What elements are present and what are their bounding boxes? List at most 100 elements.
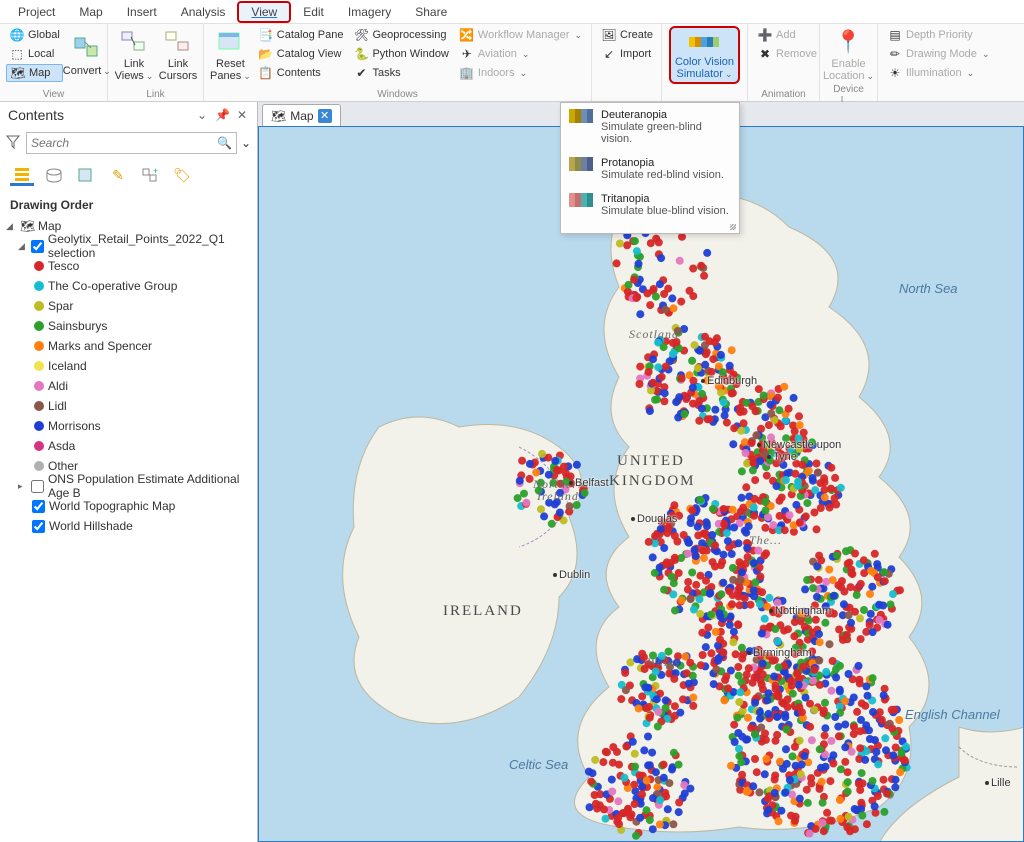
menu-edit[interactable]: Edit bbox=[291, 3, 336, 21]
map-tab[interactable]: 🗺 Map ✕ bbox=[262, 104, 341, 126]
tritanopia-icon bbox=[569, 193, 593, 209]
catalog-pane[interactable]: 📑Catalog Pane bbox=[255, 26, 347, 44]
legend-item[interactable]: Morrisons bbox=[6, 416, 251, 436]
legend-item[interactable]: Spar bbox=[6, 296, 251, 316]
contents-pane[interactable]: 📋Contents bbox=[255, 64, 347, 82]
catalog-view[interactable]: 📂Catalog View bbox=[255, 45, 347, 63]
tree-layer[interactable]: ▸ONS Population Estimate Additional Age … bbox=[6, 476, 251, 496]
tab-labeling[interactable]: 🏷 bbox=[170, 164, 194, 186]
layer-checkbox[interactable] bbox=[31, 480, 44, 493]
city-dot bbox=[747, 651, 751, 655]
dropdown-resize[interactable] bbox=[561, 223, 739, 233]
nav-local[interactable]: ⬚Local bbox=[6, 45, 63, 63]
legend-item[interactable]: The Co-operative Group bbox=[6, 276, 251, 296]
tasks[interactable]: ✔Tasks bbox=[350, 64, 451, 82]
contents-menu-icon[interactable]: ⌄ bbox=[195, 108, 209, 122]
contents-pin-icon[interactable]: 📌 bbox=[215, 108, 229, 122]
legend-item[interactable]: Marks and Spencer bbox=[6, 336, 251, 356]
search-menu-icon[interactable]: ⌄ bbox=[241, 136, 251, 150]
tree-layer[interactable]: World Hillshade bbox=[6, 516, 251, 536]
dd-protanopia[interactable]: ProtanopiaSimulate red-blind vision. bbox=[561, 151, 739, 187]
search-icon[interactable]: 🔍 bbox=[217, 136, 232, 150]
illumination[interactable]: ☀Illumination bbox=[884, 64, 993, 82]
legend-swatch bbox=[34, 421, 44, 431]
convert-button[interactable]: Convert bbox=[67, 26, 107, 84]
search-box[interactable]: 🔍 bbox=[26, 132, 237, 154]
geoprocessing-icon: 🛠 bbox=[353, 27, 369, 43]
legend-swatch bbox=[34, 461, 44, 471]
toc-tree: ◢🗺Map ◢Geolytix_Retail_Points_2022_Q1 se… bbox=[0, 216, 257, 544]
link-views-button[interactable]: Link Views bbox=[114, 26, 154, 84]
menu-analysis[interactable]: Analysis bbox=[169, 3, 238, 21]
aviation[interactable]: ✈Aviation bbox=[456, 45, 585, 63]
layer-checkbox[interactable] bbox=[32, 520, 45, 533]
map-tab-close[interactable]: ✕ bbox=[318, 109, 332, 123]
filter-icon[interactable] bbox=[6, 135, 22, 151]
workflow-manager[interactable]: 🔀Workflow Manager bbox=[456, 26, 585, 44]
tab-data-source[interactable] bbox=[42, 164, 66, 186]
legend-label: Other bbox=[48, 459, 78, 473]
indoors-icon: 🏢 bbox=[459, 65, 475, 81]
reset-panes-button[interactable]: Reset Panes bbox=[210, 26, 251, 84]
tab-drawing-order[interactable] bbox=[10, 164, 34, 186]
country-label: KINGDOM bbox=[609, 473, 696, 490]
indoors[interactable]: 🏢Indoors bbox=[456, 64, 585, 82]
legend-label: Lidl bbox=[48, 399, 67, 413]
tab-snapping[interactable]: + bbox=[138, 164, 162, 186]
view-group-label: View bbox=[6, 89, 101, 101]
legend-item[interactable]: Iceland bbox=[6, 356, 251, 376]
contents-close-icon[interactable]: ✕ bbox=[235, 108, 249, 122]
workflow-icon: 🔀 bbox=[459, 27, 475, 43]
region-label: Scotland bbox=[629, 327, 679, 342]
city-dot bbox=[769, 609, 773, 613]
thumb-import[interactable]: ↙Import bbox=[598, 45, 656, 63]
thumb-create[interactable]: 🖼Create bbox=[598, 26, 656, 44]
legend-item[interactable]: Aldi bbox=[6, 376, 251, 396]
menu-share[interactable]: Share bbox=[403, 3, 459, 21]
region-label: Wales bbox=[647, 655, 680, 670]
local-icon: ⬚ bbox=[9, 46, 25, 62]
depth-icon: ▤ bbox=[887, 27, 903, 43]
city-label: Dublin bbox=[559, 569, 590, 581]
link-cursors-button[interactable]: Link Cursors bbox=[158, 26, 198, 84]
layer-checkbox[interactable] bbox=[31, 240, 44, 253]
dd-tritanopia[interactable]: TritanopiaSimulate blue-blind vision. bbox=[561, 187, 739, 223]
search-input[interactable] bbox=[31, 136, 217, 150]
menu-insert[interactable]: Insert bbox=[115, 3, 169, 21]
legend-swatch bbox=[34, 341, 44, 351]
tab-editing[interactable]: ✎ bbox=[106, 164, 130, 186]
menu-imagery[interactable]: Imagery bbox=[336, 3, 403, 21]
legend-item[interactable]: Asda bbox=[6, 436, 251, 456]
drawing-mode-icon: ✏ bbox=[887, 46, 903, 62]
enable-location-button[interactable]: 📍 EnableLocation bbox=[826, 26, 871, 84]
tree-layer-retail[interactable]: ◢Geolytix_Retail_Points_2022_Q1 selectio… bbox=[6, 236, 251, 256]
city-dot bbox=[569, 481, 573, 485]
menu-view[interactable]: View bbox=[237, 1, 291, 23]
layer-label: World Hillshade bbox=[49, 519, 133, 533]
anim-add[interactable]: ➕Add bbox=[754, 26, 820, 44]
depth-priority[interactable]: ▤Depth Priority bbox=[884, 26, 993, 44]
tasks-icon: ✔ bbox=[353, 65, 369, 81]
python-window[interactable]: 🐍Python Window bbox=[350, 45, 451, 63]
drawing-mode[interactable]: ✏Drawing Mode bbox=[884, 45, 993, 63]
toc-tabstrip: ✎ + 🏷 bbox=[0, 158, 257, 190]
nav-map[interactable]: 🗺Map bbox=[6, 64, 63, 82]
country-label: UNITED bbox=[617, 453, 685, 470]
menu-map[interactable]: Map bbox=[67, 3, 114, 21]
sea-label: North Sea bbox=[899, 281, 958, 296]
anim-remove[interactable]: ✖Remove bbox=[754, 45, 820, 63]
color-vision-simulator-button[interactable]: Color VisionSimulator bbox=[669, 26, 740, 84]
dd-deuteranopia[interactable]: DeuteranopiaSimulate green-blind vision. bbox=[561, 103, 739, 151]
remove-icon: ✖ bbox=[757, 46, 773, 62]
geoprocessing[interactable]: 🛠Geoprocessing bbox=[350, 26, 451, 44]
svg-text:+: + bbox=[153, 167, 158, 176]
tab-selection[interactable] bbox=[74, 164, 98, 186]
layer-checkbox[interactable] bbox=[32, 500, 45, 513]
nav-global[interactable]: 🌐Global bbox=[6, 26, 63, 44]
legend-label: Sainsburys bbox=[48, 319, 107, 333]
menu-project[interactable]: Project bbox=[6, 3, 67, 21]
legend-item[interactable]: Lidl bbox=[6, 396, 251, 416]
legend-item[interactable]: Sainsburys bbox=[6, 316, 251, 336]
city-label: Tyne bbox=[773, 451, 797, 463]
city-label: Newcastle upon bbox=[763, 439, 841, 451]
